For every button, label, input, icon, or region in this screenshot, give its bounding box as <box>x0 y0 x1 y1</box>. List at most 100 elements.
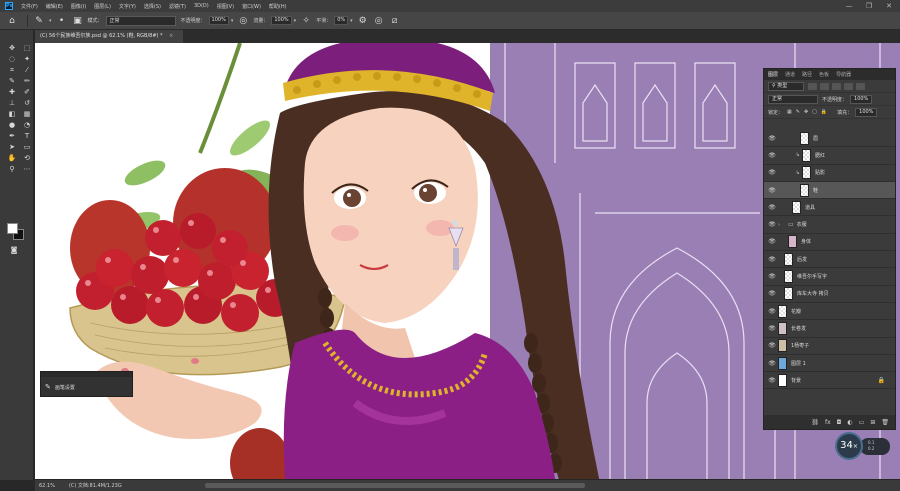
layer-row[interactable]: 👁 身体 <box>764 234 895 252</box>
menu-edit[interactable]: 编辑(E) <box>46 3 63 10</box>
foreground-color-swatch[interactable] <box>7 223 18 234</box>
mixer-brush-tool-icon[interactable]: ✐ <box>21 88 33 97</box>
eye-icon[interactable]: 👁 <box>766 152 778 159</box>
brush-tool-preset-icon[interactable]: ✎ <box>33 15 45 27</box>
close-icon[interactable]: ✕ <box>884 1 894 11</box>
add-mask-icon[interactable]: ◘ <box>837 419 842 426</box>
layer-row-selected[interactable]: 👁 鞋 <box>764 181 895 200</box>
path-selection-tool-icon[interactable]: ➤ <box>6 143 18 152</box>
minimize-icon[interactable]: — <box>844 1 854 11</box>
layer-style-icon[interactable]: fx <box>825 419 831 426</box>
menu-type[interactable]: 文字(Y) <box>119 3 136 10</box>
chevron-down-icon[interactable]: ▾ <box>294 18 297 24</box>
tab-navigator[interactable]: 导航器 <box>836 71 851 78</box>
blur-tool-icon[interactable]: ● <box>6 121 18 130</box>
flow-field[interactable]: 100% <box>271 16 292 25</box>
zoom-tool-icon[interactable]: ⚲ <box>6 165 18 174</box>
magic-wand-tool-icon[interactable]: ✦ <box>21 55 33 64</box>
eye-icon[interactable]: 👁 <box>766 238 778 245</box>
fill-field[interactable]: 100% <box>855 107 878 117</box>
airbrush-icon[interactable]: ✧ <box>300 15 312 27</box>
history-brush-tool-icon[interactable]: ↺ <box>21 99 33 108</box>
document-info[interactable]: (C) 文档:81.4M/1.23G <box>69 482 122 489</box>
layer-row[interactable]: 👁 图层 1 <box>764 355 895 373</box>
shape-tool-icon[interactable]: ▭ <box>21 143 33 152</box>
lock-artboard-icon[interactable]: ▢ <box>812 109 817 115</box>
layer-row[interactable]: 👁 眉 <box>764 130 895 148</box>
eraser-tool-icon[interactable]: ◧ <box>6 110 18 119</box>
smoothing-field[interactable]: 0% <box>334 16 349 25</box>
close-icon[interactable]: × <box>169 33 173 39</box>
dodge-tool-icon[interactable]: ◔ <box>21 121 33 130</box>
adjustment-layer-icon[interactable]: ◐ <box>847 419 852 426</box>
layer-row[interactable]: 👁 背景 🔒 <box>764 372 895 390</box>
layer-row[interactable]: 👁 后发 <box>764 251 895 269</box>
zoom-level[interactable]: 62.1% <box>39 483 55 489</box>
eyedropper-tool-icon[interactable]: ⁄ <box>21 66 33 75</box>
pen-tool-icon[interactable]: ✒ <box>6 132 18 141</box>
delete-layer-icon[interactable]: 🗑 <box>881 419 889 426</box>
layer-row[interactable]: 👁 库车大寺 拷贝 <box>764 286 895 303</box>
brush-size-icon[interactable]: • <box>56 15 68 27</box>
lock-pixels-icon[interactable]: ✎ <box>796 109 800 115</box>
pressure-opacity-icon[interactable]: ◎ <box>237 15 249 27</box>
brush-panel-toggle-icon[interactable]: ▣ <box>72 15 84 27</box>
floating-badge[interactable]: 34× <box>835 432 863 460</box>
document-tab[interactable]: (C) 56个民族维吾尔族.psd @ 62.1% (鞋, RGB/8#) * … <box>35 30 183 43</box>
eye-icon[interactable]: 👁 <box>766 377 778 384</box>
symmetry-icon[interactable]: ⧄ <box>389 15 401 27</box>
layer-row[interactable]: 👁 长卷发 <box>764 320 895 338</box>
smart-object-filter-icon[interactable] <box>856 82 865 90</box>
gradient-tool-icon[interactable]: ▦ <box>21 110 33 119</box>
hand-tool-icon[interactable]: ✋ <box>6 154 18 163</box>
layer-row[interactable]: 👁 维吾尔手写字 <box>764 268 895 286</box>
lock-position-icon[interactable]: ✥ <box>804 109 808 115</box>
layer-group-row[interactable]: 👁 › ▭ 衣服 <box>764 216 895 234</box>
eye-icon[interactable]: 👁 <box>766 308 778 315</box>
menu-3d[interactable]: 3D(D) <box>194 3 209 9</box>
more-tools-icon[interactable]: ⋯ <box>21 165 33 174</box>
pixel-filter-icon[interactable] <box>808 82 817 90</box>
lock-transparent-icon[interactable]: ▦ <box>787 109 792 115</box>
chevron-down-icon[interactable]: ▾ <box>350 18 353 24</box>
layer-row[interactable]: 👁 道具 <box>764 199 895 217</box>
lock-all-icon[interactable]: 🔒 <box>821 109 827 115</box>
link-layers-icon[interactable]: ⛓ <box>811 419 819 426</box>
move-tool-icon[interactable]: ✥ <box>6 44 18 53</box>
eye-icon[interactable]: 👁 <box>766 204 778 211</box>
menu-layer[interactable]: 图层(L) <box>94 3 111 10</box>
layer-row[interactable]: 👁 1杨枣子 <box>764 338 895 355</box>
eye-icon[interactable]: 👁 <box>766 135 778 142</box>
horizontal-scrollbar[interactable] <box>205 483 585 488</box>
layer-kind-select[interactable]: ⚲ 类型 <box>768 81 804 91</box>
menu-select[interactable]: 选择(S) <box>144 3 161 10</box>
gear-icon[interactable]: ⚙ <box>357 15 369 27</box>
type-tool-icon[interactable]: T <box>21 132 33 141</box>
chevron-right-icon[interactable]: › <box>778 222 788 228</box>
new-layer-icon[interactable]: ⊞ <box>870 419 875 426</box>
menu-view[interactable]: 视图(V) <box>217 3 234 10</box>
lasso-tool-icon[interactable]: ◌ <box>6 55 18 64</box>
menu-window[interactable]: 窗口(W) <box>242 3 261 10</box>
layer-row[interactable]: 👁 花瓣 <box>764 303 895 321</box>
brush-settings-row[interactable]: ✎ 画笔设置 <box>41 377 132 391</box>
layer-row[interactable]: 👁 ↳ 贴影 <box>764 165 895 182</box>
menu-help[interactable]: 帮助(H) <box>269 3 287 10</box>
eye-icon[interactable]: 👁 <box>766 342 778 349</box>
tab-layers[interactable]: 图层 <box>768 71 778 78</box>
home-icon[interactable]: ⌂ <box>6 15 18 27</box>
crop-tool-icon[interactable]: ⌗ <box>6 66 18 75</box>
tab-channels[interactable]: 通道 <box>785 71 795 78</box>
opacity-field[interactable]: 100% <box>208 16 229 25</box>
mode-select[interactable]: 正常 <box>105 15 176 26</box>
pressure-size-icon[interactable]: ◎ <box>373 15 385 27</box>
marquee-tool-icon[interactable]: ⬚ <box>21 44 33 53</box>
maximize-icon[interactable]: ❐ <box>864 1 874 11</box>
tab-paths[interactable]: 路径 <box>802 71 812 78</box>
eye-icon[interactable]: 👁 <box>766 256 778 263</box>
pencil-tool-icon[interactable]: ✏ <box>21 77 33 86</box>
menu-image[interactable]: 图像(I) <box>71 3 86 10</box>
layer-opacity-field[interactable]: 100% <box>850 94 873 104</box>
chevron-down-icon[interactable]: ▾ <box>49 18 52 24</box>
eye-icon[interactable]: 👁 <box>766 187 778 194</box>
